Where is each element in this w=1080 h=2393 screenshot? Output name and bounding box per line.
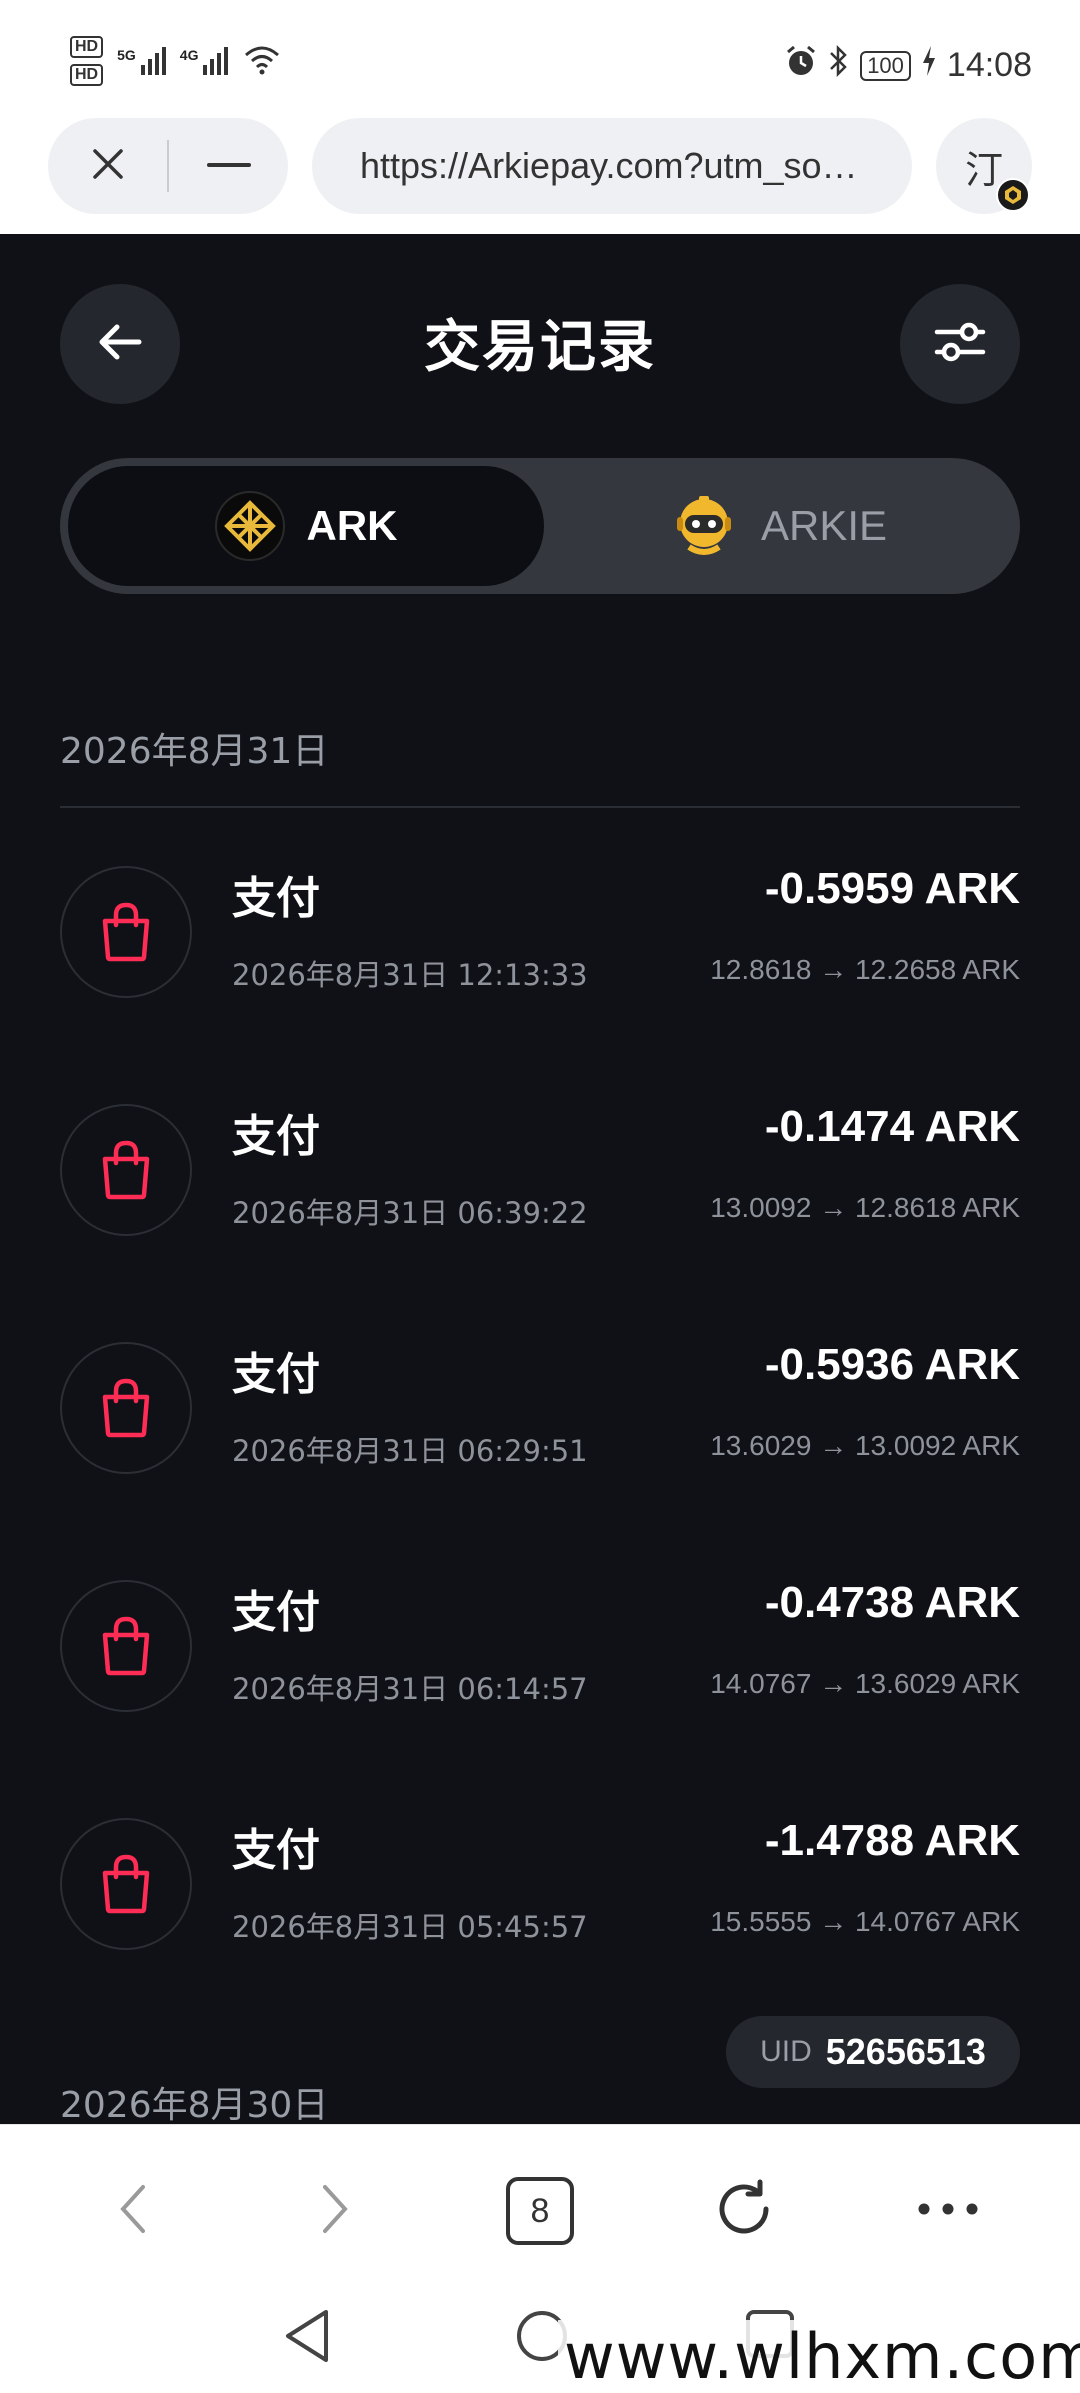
shopping-bag-icon [60,1818,192,1950]
transaction-item[interactable]: 支付 2026年8月31日 12:13:33 -0.5959 ARK 12.86… [60,862,1020,1002]
transaction-time: 2026年8月31日 12:13:33 [232,958,588,992]
address-bar[interactable]: https://Arkiepay.com?utm_source=rk_share [312,118,912,214]
wallet-badge-icon [996,178,1030,212]
shopping-bag-icon [60,866,192,998]
sliders-icon [933,320,987,369]
transaction-amount: -0.5936 ARK [764,1340,1020,1389]
url-text: https://Arkiepay.com?utm_source=rk_share [360,145,864,186]
tabs-button[interactable]: 8 [490,2161,590,2261]
transaction-item[interactable]: 支付 2026年8月31日 06:14:57 -0.4738 ARK 14.07… [60,1576,1020,1716]
system-back-button[interactable] [282,2308,332,2369]
uid-value: 52656513 [825,2031,986,2072]
more-dots-icon [916,2202,980,2221]
transaction-time: 2026年8月31日 06:29:51 [232,1434,588,1468]
tab-count: 8 [506,2177,574,2245]
tab-arkie[interactable]: ARKIE [540,466,1016,586]
profile-initial: 汀 [964,147,1003,192]
transaction-item[interactable]: 支付 2026年8月31日 06:29:51 -0.5936 ARK 13.60… [60,1338,1020,1478]
minimize-button[interactable] [169,118,288,214]
browser-top-bar: https://Arkiepay.com?utm_source=rk_share… [0,118,1080,234]
profile-button[interactable]: 汀 [936,118,1032,214]
hd-indicator-2: HD [70,64,104,86]
chevron-right-icon [321,2183,351,2240]
wifi-icon [242,43,282,80]
status-bar: HD HD 5G 4G 100 14:08 [0,0,1080,118]
date-header: 2026年8月30日 [60,2085,329,2124]
transaction-title: 支付 [232,1111,320,1162]
transaction-balance: 12.8618 → 12.2658 ARK [710,954,1020,985]
charging-icon [921,46,937,85]
uid-chip[interactable]: UID 52656513 [726,2016,1020,2088]
status-left: HD HD 5G 4G [70,36,282,86]
arkie-mascot-icon [669,491,739,561]
reload-button[interactable] [694,2161,794,2261]
transaction-time: 2026年8月31日 06:14:57 [232,1672,588,1706]
nav-back-button[interactable] [82,2161,182,2261]
shopping-bag-icon [60,1580,192,1712]
section-divider [60,806,1020,808]
transaction-balance: 13.6029 → 13.0092 ARK [710,1430,1020,1461]
tab-ark[interactable]: ARK [68,466,544,586]
transaction-item[interactable]: 支付 2026年8月31日 06:39:22 -0.1474 ARK 13.00… [60,1100,1020,1240]
browser-window-controls [48,118,288,214]
signal-4g-icon: 4G [180,47,229,75]
transaction-amount: -0.1474 ARK [764,1102,1020,1151]
transaction-amount: -0.4738 ARK [764,1578,1020,1627]
close-icon [91,147,125,186]
hd-indicator-1: HD [70,36,104,58]
app-content: 交易记录 ARK ARKIE 2026年8月31日 支付 2026年8月31日 … [0,234,1080,2124]
date-header: 2026年8月31日 [60,731,329,772]
browser-bottom-toolbar: 8 [0,2124,1080,2280]
shopping-bag-icon [60,1104,192,1236]
watermark-text: www.wlhxm.com [558,2320,1080,2393]
minimize-icon [206,157,251,175]
uid-label: UID [760,2035,812,2068]
filter-button[interactable] [900,284,1020,404]
transaction-title: 支付 [232,1825,320,1876]
transaction-title: 支付 [232,1587,320,1638]
transaction-balance: 15.5555 → 14.0767 ARK [710,1906,1020,1937]
status-right: 100 14:08 [784,44,1032,87]
more-menu-button[interactable] [898,2161,998,2261]
shopping-bag-icon [60,1342,192,1474]
transaction-title: 支付 [232,1349,320,1400]
transaction-balance: 14.0767 → 13.6029 ARK [710,1668,1020,1699]
hd-indicators: HD HD [70,36,104,86]
tab-ark-label: ARK [306,502,398,549]
close-tab-button[interactable] [48,118,167,214]
transaction-amount: -1.4788 ARK [764,1816,1020,1865]
tab-arkie-label: ARKIE [760,502,888,549]
clock-time: 14:08 [946,46,1032,84]
transaction-amount: -0.5959 ARK [764,864,1020,913]
signal-5g-icon: 5G [117,47,166,75]
reload-icon [712,2177,776,2246]
ark-coin-icon [214,491,285,561]
transaction-balance: 13.0092 → 12.8618 ARK [710,1192,1020,1223]
bluetooth-icon [828,44,850,87]
nav-forward-button[interactable] [286,2161,386,2261]
triangle-back-icon [282,2310,332,2368]
transaction-item[interactable]: 支付 2026年8月31日 05:45:57 -1.4788 ARK 15.55… [60,1814,1020,1954]
token-switcher: ARK ARKIE [60,458,1020,594]
transaction-title: 支付 [232,873,320,924]
transaction-time: 2026年8月31日 06:39:22 [232,1196,588,1230]
transaction-time: 2026年8月31日 05:45:57 [232,1910,588,1944]
battery-icon: 100 [860,50,911,81]
chevron-left-icon [117,2183,147,2240]
alarm-icon [784,44,818,87]
